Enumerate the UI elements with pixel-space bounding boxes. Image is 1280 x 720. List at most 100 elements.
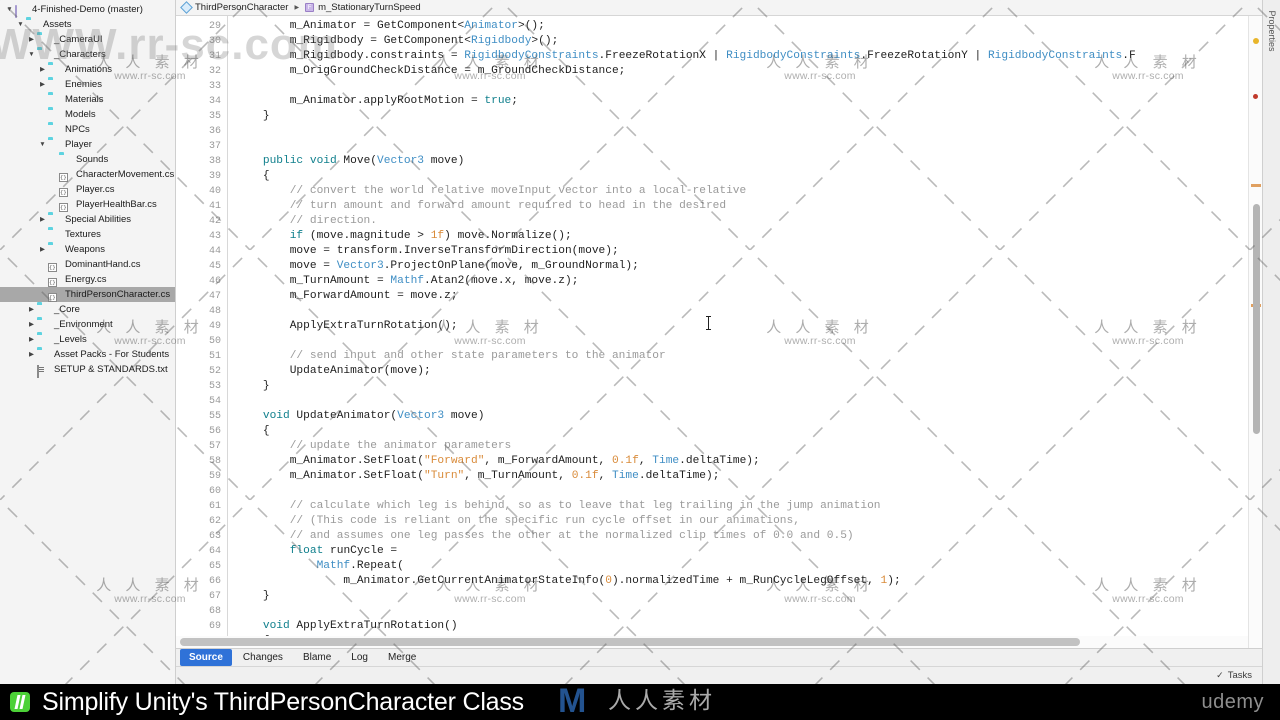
field-icon: F [305,3,315,12]
twisty-spacer: · [48,182,59,197]
chevron-down-icon[interactable]: ▼ [37,137,48,152]
vertical-scrollbar-thumb[interactable] [1253,204,1260,434]
chevron-right-icon[interactable]: ▶ [37,62,48,77]
tree-item-asset-packs-for-students[interactable]: ▶ Asset Packs - For Students [0,347,175,362]
editor-bottom-tabs[interactable]: Source Changes Blame Log Merge [176,648,1262,666]
tree-item-playerhealthbar-cs[interactable]: ·{} PlayerHealthBar.cs [0,197,175,212]
chevron-right-icon[interactable]: ▶ [37,77,48,92]
tree-item-models[interactable]: · Models [0,107,175,122]
tree-item-thirdpersoncharacter-cs[interactable]: ·{} ThirdPersonCharacter.cs [0,287,175,302]
code-line: } [236,380,270,392]
chevron-down-icon[interactable]: ▼ [15,17,26,32]
horizontal-scrollbar[interactable] [176,636,1262,648]
brand-swoosh-icon: M [558,682,587,720]
breadcrumb[interactable]: ThirdPersonCharacter ▶ F m_StationaryTur… [176,0,1262,16]
tree-item-npcs[interactable]: · NPCs [0,122,175,137]
code-editor[interactable]: 29 30 31 32 33 34 35 36 37 38 39 40 41 42 43 44 45 46 47 48… [176,16,1262,648]
chevron-right-icon[interactable]: ▶ [26,32,37,47]
vertical-scrollbar[interactable] [1248,16,1262,648]
text-caret [706,316,711,330]
chevron-right-icon[interactable]: ▶ [37,242,48,257]
project-tree-sidebar[interactable]: ▼ 4-Finished-Demo (master) ▼ Assets ▶ _Camera… [0,0,176,684]
line-number: 60 [208,486,221,497]
tree-item-textures[interactable]: · Textures [0,227,175,242]
bottom-tab-changes[interactable]: Changes [234,649,292,666]
tree-item-label: Sounds [76,154,109,165]
horizontal-scrollbar-thumb[interactable] [180,638,1080,646]
breadcrumb-class[interactable]: ThirdPersonCharacter [180,1,288,14]
tree-item-label: Models [65,109,96,120]
properties-tab[interactable]: Properties [1267,10,1277,51]
chevron-right-icon[interactable]: ▶ [26,302,37,317]
code-line: } [236,110,270,122]
chevron-right-icon[interactable]: ▶ [26,332,37,347]
code-line: void ApplyExtraTurnRotation() [262,620,458,632]
tree-item-label: SETUP & STANDARDS.txt [54,364,168,375]
folder-icon [59,154,72,165]
tree-item-player[interactable]: ▼ Player [0,137,175,152]
tree-item-enemies[interactable]: ▶ Enemies [0,77,175,92]
tree-item-animations[interactable]: ▶ Animations [0,62,175,77]
folder-icon [48,124,61,135]
tree-item-cameraui[interactable]: ▶ _CameraUI [0,32,175,47]
project-icon [15,4,28,18]
tree-item-environment[interactable]: ▶ _Environment [0,317,175,332]
chevron-right-icon[interactable]: ▶ [26,347,37,362]
code-text-area[interactable]: m_Animator = GetComponent<Animator>(); m… [228,16,1262,648]
class-icon [180,1,193,14]
tree-item-characters[interactable]: ▼ _Characters [0,47,175,62]
folder-icon [48,214,61,225]
code-line: if (move.magnitude > 1f) move.Normalize(… [289,230,572,242]
line-number: 62 [208,516,221,527]
change-marker [1251,184,1261,187]
tree-item-levels[interactable]: ▶ _Levels [0,332,175,347]
folder-icon [48,229,61,240]
line-number: 30 [208,36,221,47]
line-number: 49 [208,321,221,332]
chevron-right-icon[interactable]: ▶ [26,317,37,332]
tree-item-label: PlayerHealthBar.cs [76,199,157,210]
bottom-tab-source[interactable]: Source [180,649,232,666]
twisty-spacer: · [48,197,59,212]
chevron-down-icon[interactable]: ▼ [26,47,37,62]
code-line: public void Move(Vector3 move) [262,155,465,167]
tree-item-setup-standards-txt[interactable]: · SETUP & STANDARDS.txt [0,362,175,378]
tree-item-dominanthand-cs[interactable]: ·{} DominantHand.cs [0,257,175,272]
watermark-bottom-cn: 人人素材 [608,687,716,713]
twisty-spacer: · [37,272,48,287]
bottom-tab-blame[interactable]: Blame [294,649,340,666]
tree-item-4-finished-demo-master[interactable]: ▼ 4-Finished-Demo (master) [0,2,175,18]
folder-icon [48,244,61,255]
tree-item-label: DominantHand.cs [65,259,141,270]
tree-item-special-abilities[interactable]: ▶ Special Abilities [0,212,175,227]
folder-icon [26,19,39,30]
line-number: 45 [208,261,221,272]
chevron-right-icon[interactable]: ▶ [37,212,48,227]
tree-item-player-cs[interactable]: ·{} Player.cs [0,182,175,197]
csharp-file-icon: {} [48,263,57,272]
breadcrumb-member-label: m_StationaryTurnSpeed [318,2,421,13]
tree-item-weapons[interactable]: ▶ Weapons [0,242,175,257]
bottom-tab-merge[interactable]: Merge [379,649,425,666]
screenshot-root: ▼ 4-Finished-Demo (master) ▼ Assets ▶ _Camera… [0,0,1280,720]
breadcrumb-member[interactable]: F m_StationaryTurnSpeed [305,2,421,13]
video-title-bar: Simplify Unity's ThirdPersonCharacter Cl… [0,684,1280,720]
tree-item-label: _Environment [54,319,113,330]
right-rail[interactable]: Properties [1262,0,1280,684]
tree-item-sounds[interactable]: · Sounds [0,152,175,167]
line-number: 46 [208,276,221,287]
tasks-status-item[interactable]: ✓ Tasks [1216,670,1252,681]
chevron-down-icon[interactable]: ▼ [4,2,15,17]
line-number: 65 [208,561,221,572]
tree-item-assets[interactable]: ▼ Assets [0,17,175,32]
tree-item-charactermovement-cs[interactable]: ·{} CharacterMovement.cs [0,167,175,182]
tree-item-energy-cs[interactable]: ·{} Energy.cs [0,272,175,287]
tree-item-label: Materials [65,94,104,105]
tree-item-core[interactable]: ▶ _Core [0,302,175,317]
bottom-tab-log[interactable]: Log [342,649,377,666]
tree-item-materials[interactable]: · Materials [0,92,175,107]
folder-icon [48,94,61,105]
folder-icon [37,334,50,345]
line-number: 66 [208,576,221,587]
